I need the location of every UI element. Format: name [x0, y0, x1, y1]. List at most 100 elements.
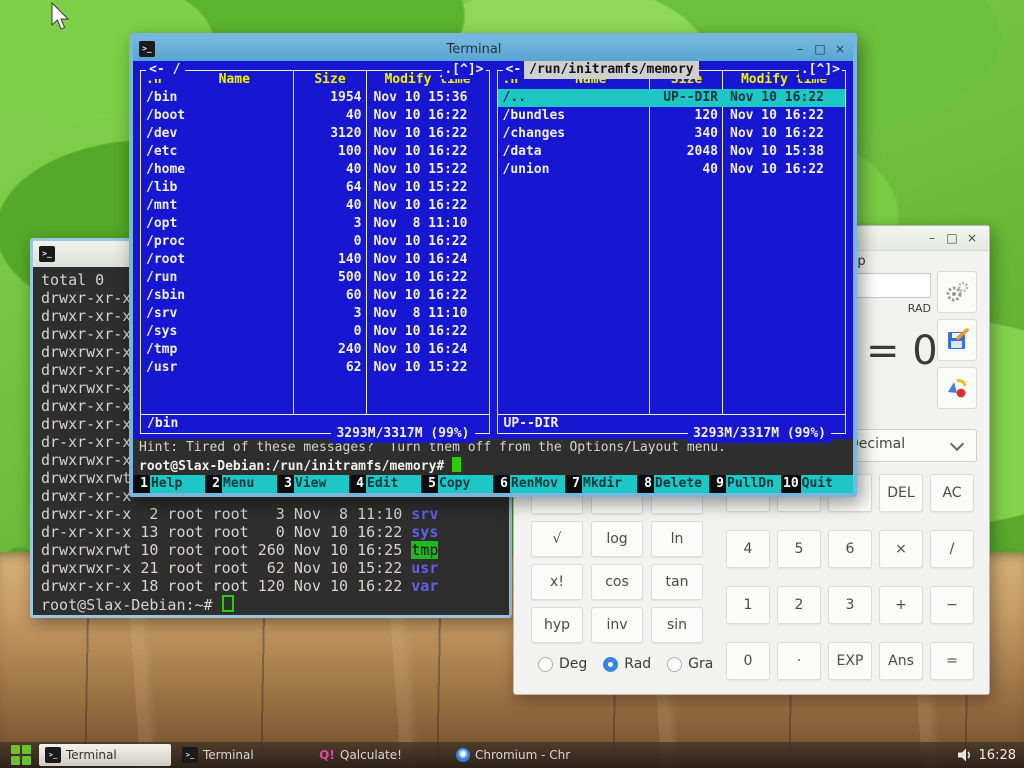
calculator-key[interactable]: 6 — [828, 530, 872, 568]
calculator-function-key[interactable]: tan — [651, 564, 703, 600]
function-key[interactable]: 7 Mkdir — [565, 475, 637, 493]
minimize-button[interactable]: – — [793, 42, 807, 56]
taskbar-item[interactable]: Terminal — [176, 744, 308, 766]
panel-corner-controls[interactable]: .[^]> — [799, 61, 842, 79]
column-size[interactable]: Size — [294, 71, 367, 89]
close-button[interactable]: × — [965, 231, 979, 245]
terminal-line: drwxr-xr-x 18 root root 120 Nov 10 16:22… — [41, 577, 509, 595]
file-row[interactable]: /tmp 240 Nov 10 16:24 — [141, 341, 489, 359]
function-key[interactable]: 4 Edit — [349, 475, 421, 493]
file-size: 240 — [294, 341, 367, 359]
file-row[interactable]: /proc 0 Nov 10 16:22 — [141, 233, 489, 251]
file-row[interactable]: /data 2048 Nov 10 15:38 — [498, 143, 846, 161]
terminal-prompt-line[interactable]: root@Slax-Debian:~# — [41, 595, 509, 613]
function-key[interactable]: 8 Delete — [637, 475, 709, 493]
calculator-key[interactable]: EXP — [828, 642, 872, 680]
function-key[interactable]: 2 Menu — [205, 475, 277, 493]
file-row[interactable]: /home 40 Nov 10 15:22 — [141, 161, 489, 179]
file-row[interactable]: /union 40 Nov 10 16:22 — [498, 161, 846, 179]
radio-icon — [603, 657, 618, 672]
mc-terminal-window[interactable]: >_ Terminal – □ × <- / .[^]> .n Name — [129, 33, 857, 497]
close-button[interactable]: × — [833, 42, 847, 56]
settings-button[interactable] — [937, 271, 977, 313]
file-row[interactable]: /etc 100 Nov 10 16:22 — [141, 143, 489, 161]
calculator-key[interactable]: 1 — [726, 586, 770, 624]
start-menu-button[interactable] — [8, 744, 34, 766]
file-size: 100 — [294, 143, 367, 161]
calculator-key[interactable]: 3 — [828, 586, 872, 624]
calculator-key[interactable]: − — [930, 586, 974, 624]
file-row[interactable]: /sys 0 Nov 10 16:22 — [141, 323, 489, 341]
calculator-result: = 0 — [866, 328, 938, 374]
calculator-function-key[interactable]: √ — [531, 521, 583, 557]
calculator-key[interactable]: 0 — [726, 642, 770, 680]
mc-left-panel-path[interactable]: <- / — [146, 61, 185, 79]
calculator-key[interactable]: AC — [930, 474, 974, 512]
minimize-button[interactable]: – — [925, 231, 939, 245]
calculator-key[interactable]: 5 — [777, 530, 821, 568]
file-row[interactable]: /mnt 40 Nov 10 16:22 — [141, 197, 489, 215]
function-key[interactable]: 3 View — [277, 475, 349, 493]
angle-mode-group: Deg Rad Gra — [538, 656, 713, 672]
file-row[interactable]: /boot 40 Nov 10 16:22 — [141, 107, 489, 125]
file-row[interactable]: /dev 3120 Nov 10 16:22 — [141, 125, 489, 143]
start-icon — [22, 756, 31, 765]
calculator-key[interactable]: DEL — [879, 474, 923, 512]
file-row[interactable]: /opt 3 Nov 8 11:10 — [141, 215, 489, 233]
function-key[interactable]: 6 RenMov — [493, 475, 565, 493]
file-name: /data — [498, 143, 651, 161]
save-button[interactable] — [937, 319, 977, 361]
angle-mode-radio[interactable]: Deg — [538, 656, 587, 672]
volume-icon[interactable] — [957, 748, 974, 762]
calculator-key[interactable]: 2 — [777, 586, 821, 624]
mc-right-panel-path[interactable]: <- /run/initramfs/memory — [503, 61, 699, 79]
function-key[interactable]: 1 Help — [133, 475, 205, 493]
calculator-function-key[interactable]: sin — [651, 607, 703, 643]
calculator-key[interactable]: = — [930, 642, 974, 680]
calculator-function-key[interactable]: log — [591, 521, 643, 557]
file-row[interactable]: /bin 1954 Nov 10 15:36 — [141, 89, 489, 107]
calculator-key[interactable]: 4 — [726, 530, 770, 568]
file-row[interactable]: /lib 64 Nov 10 15:22 — [141, 179, 489, 197]
column-headers[interactable]: .n Name Size Modify time — [141, 71, 489, 89]
file-row[interactable]: /.. UP--DIR Nov 10 16:22 — [498, 89, 846, 107]
calculator-key[interactable]: · — [777, 642, 821, 680]
calculator-key[interactable]: / — [930, 530, 974, 568]
mc-command-line[interactable]: root@Slax-Debian:/run/initramfs/memory# — [133, 457, 853, 475]
calculator-key[interactable]: × — [879, 530, 923, 568]
file-row[interactable]: /sbin 60 Nov 10 16:22 — [141, 287, 489, 305]
calculator-function-key[interactable]: cos — [591, 564, 643, 600]
taskbar-item[interactable]: Chromium - Chr — [450, 744, 582, 766]
maximize-button[interactable]: □ — [813, 42, 827, 56]
taskbar-item[interactable]: Terminal — [39, 744, 171, 766]
terminal-line: drwxrwxrwt 10 root root 260 Nov 10 16:25… — [41, 541, 509, 559]
calculator-key[interactable]: Ans — [879, 642, 923, 680]
calculator-key[interactable]: + — [879, 586, 923, 624]
file-row[interactable]: /root 140 Nov 10 16:24 — [141, 251, 489, 269]
panel-corner-controls[interactable]: .[^]> — [442, 61, 485, 79]
file-row[interactable]: /run 500 Nov 10 16:22 — [141, 269, 489, 287]
function-key[interactable]: 9 PullDn — [709, 475, 781, 493]
angle-mode-radio[interactable]: Gra — [667, 656, 713, 672]
taskbar-item[interactable]: Qalculate! — [313, 744, 445, 766]
panel-path: /run/initramfs/memory — [524, 61, 698, 79]
save-icon — [945, 328, 969, 352]
file-name: var — [411, 577, 438, 595]
column-name[interactable]: Name — [175, 71, 294, 89]
mc-titlebar[interactable]: >_ Terminal – □ × — [133, 37, 853, 61]
clock[interactable]: 16:28 — [979, 748, 1016, 763]
file-row[interactable]: /bundles 120 Nov 10 16:22 — [498, 107, 846, 125]
file-row[interactable]: /srv 3 Nov 8 11:10 — [141, 305, 489, 323]
calculator-function-key[interactable]: x! — [531, 564, 583, 600]
file-row[interactable]: /changes 340 Nov 10 16:22 — [498, 125, 846, 143]
file-row[interactable]: /usr 62 Nov 10 15:22 — [141, 359, 489, 377]
function-key[interactable]: 10 Quit — [781, 475, 853, 493]
angle-mode-radio[interactable]: Rad — [603, 656, 651, 672]
maximize-button[interactable]: □ — [945, 231, 959, 245]
calculator-function-key[interactable]: ln — [651, 521, 703, 557]
function-key[interactable]: 5 Copy — [421, 475, 493, 493]
calculator-function-key[interactable]: hyp — [531, 607, 583, 643]
taskbar-item-icon — [45, 747, 61, 763]
modes-button[interactable] — [937, 367, 977, 409]
calculator-function-key[interactable]: inv — [591, 607, 643, 643]
